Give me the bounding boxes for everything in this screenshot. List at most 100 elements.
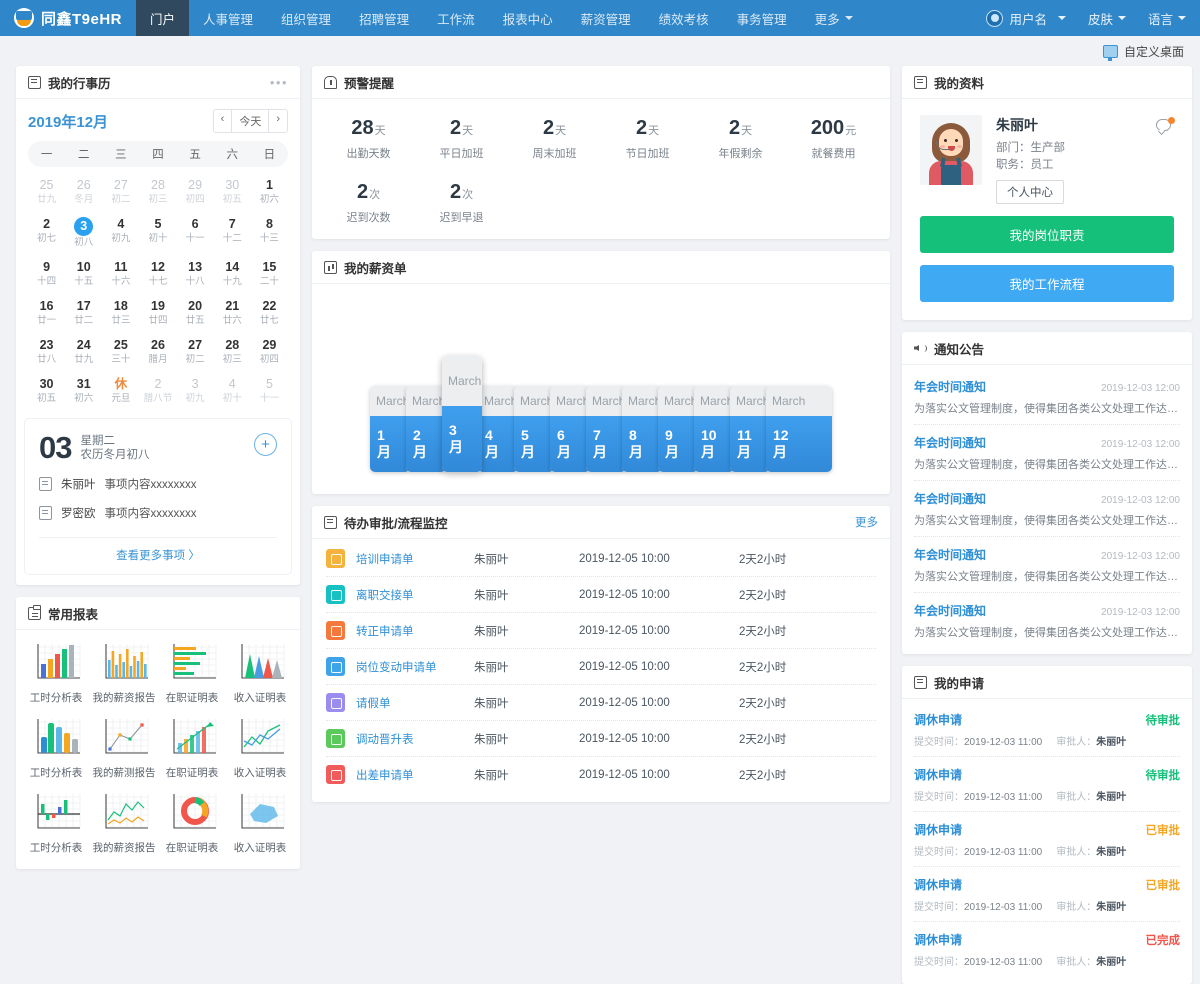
calendar-day-cell[interactable]: 26冬月 — [65, 175, 102, 209]
calendar-day-cell[interactable]: 10十五 — [65, 257, 102, 291]
calendar-day-cell[interactable]: 31初六 — [65, 374, 102, 408]
customize-desktop-button[interactable]: 自定义桌面 — [1103, 43, 1184, 60]
application-title[interactable]: 调休申请 — [914, 711, 962, 728]
approval-name[interactable]: 请假单 — [356, 695, 474, 711]
calendar-day-cell[interactable]: 3初九 — [177, 374, 214, 408]
approval-row[interactable]: 请假单朱丽叶2019-12-05 10:002天2小时 — [326, 685, 876, 721]
personal-center-button[interactable]: 个人中心 — [996, 180, 1064, 204]
approval-row[interactable]: 离职交接单朱丽叶2019-12-05 10:002天2小时 — [326, 577, 876, 613]
calendar-day-cell[interactable]: 25廿九 — [28, 175, 65, 209]
notice-item[interactable]: 年会时间通知2019-12-03 12:00为落实公文管理制度，使得集团各类公文… — [914, 369, 1180, 425]
approval-name[interactable]: 调动晋升表 — [356, 731, 474, 747]
report-item[interactable]: 收入证明表 — [226, 717, 294, 780]
application-row[interactable]: 调休申请已审批提交时间：2019-12-03 11:00审批人：朱丽叶 — [914, 867, 1180, 922]
calendar-day-cell[interactable]: 20廿五 — [177, 296, 214, 330]
calendar-day-cell[interactable]: 19廿四 — [139, 296, 176, 330]
month-card[interactable]: March2月 — [406, 386, 446, 472]
calendar-day-cell[interactable]: 5初十 — [139, 214, 176, 252]
calendar-day-cell[interactable]: 22廿七 — [251, 296, 288, 330]
calendar-prev-button[interactable]: ‹ — [214, 110, 233, 132]
notice-item[interactable]: 年会时间通知2019-12-03 12:00为落实公文管理制度，使得集团各类公文… — [914, 537, 1180, 593]
nav-item-5[interactable]: 报表中心 — [489, 0, 567, 36]
report-item[interactable]: 在职证明表 — [158, 642, 226, 705]
report-item[interactable]: 在职证明表 — [158, 717, 226, 780]
calendar-day-cell[interactable]: 27初二 — [102, 175, 139, 209]
notice-title[interactable]: 年会时间通知 — [914, 378, 986, 395]
skin-menu[interactable]: 皮肤 — [1088, 9, 1126, 28]
calendar-next-button[interactable]: › — [269, 110, 287, 132]
calendar-day-cell[interactable]: 23廿八 — [28, 335, 65, 369]
app-logo[interactable]: 同鑫T9eHR — [0, 0, 136, 36]
nav-item-8[interactable]: 事务管理 — [723, 0, 801, 36]
add-event-button[interactable]: + — [254, 433, 277, 456]
calendar-day-cell[interactable]: 29初四 — [251, 335, 288, 369]
nav-item-6[interactable]: 薪资管理 — [567, 0, 645, 36]
approval-row[interactable]: 培训申请单朱丽叶2019-12-05 10:002天2小时 — [326, 541, 876, 577]
month-card[interactable]: March11月 — [730, 386, 770, 472]
month-card[interactable]: March12月 — [766, 386, 832, 472]
approval-name[interactable]: 培训申请单 — [356, 551, 474, 567]
notice-title[interactable]: 年会时间通知 — [914, 602, 986, 619]
calendar-day-cell[interactable]: 28初三 — [139, 175, 176, 209]
day-event-item[interactable]: 罗密欧事项内容xxxxxxxx — [39, 505, 277, 521]
nav-item-3[interactable]: 招聘管理 — [345, 0, 423, 36]
approval-name[interactable]: 岗位变动申请单 — [356, 659, 474, 675]
month-card[interactable]: March8月 — [622, 386, 662, 472]
month-card[interactable]: March4月 — [478, 386, 518, 472]
month-card[interactable]: March6月 — [550, 386, 590, 472]
notice-item[interactable]: 年会时间通知2019-12-03 12:00为落实公文管理制度，使得集团各类公文… — [914, 593, 1180, 648]
calendar-options-icon[interactable]: ••• — [270, 75, 288, 90]
calendar-day-cell[interactable]: 24廿九 — [65, 335, 102, 369]
calendar-day-cell[interactable]: 17廿二 — [65, 296, 102, 330]
report-item[interactable]: 我的薪测报告 — [90, 717, 158, 780]
calendar-day-cell[interactable]: 30初五 — [214, 175, 251, 209]
approvals-more-link[interactable]: 更多 — [855, 514, 878, 530]
notice-title[interactable]: 年会时间通知 — [914, 546, 986, 563]
user-menu[interactable]: 用户名 — [986, 9, 1066, 28]
application-row[interactable]: 调休申请待审批提交时间：2019-12-03 11:00审批人：朱丽叶 — [914, 702, 1180, 757]
month-card[interactable]: March3月 — [442, 356, 482, 472]
calendar-day-cell[interactable]: 21廿六 — [214, 296, 251, 330]
calendar-day-cell[interactable]: 18廿三 — [102, 296, 139, 330]
application-row[interactable]: 调休申请已审批提交时间：2019-12-03 11:00审批人：朱丽叶 — [914, 812, 1180, 867]
calendar-day-cell[interactable]: 3初八 — [65, 214, 102, 252]
nav-item-4[interactable]: 工作流 — [423, 0, 489, 36]
notice-title[interactable]: 年会时间通知 — [914, 434, 986, 451]
month-card[interactable]: March9月 — [658, 386, 698, 472]
calendar-day-cell[interactable]: 休元旦 — [102, 374, 139, 408]
calendar-day-cell[interactable]: 9十四 — [28, 257, 65, 291]
nav-item-9[interactable]: 更多 — [801, 0, 867, 36]
calendar-day-cell[interactable]: 26腊月 — [139, 335, 176, 369]
approval-row[interactable]: 转正申请单朱丽叶2019-12-05 10:002天2小时 — [326, 613, 876, 649]
calendar-day-cell[interactable]: 13十八 — [177, 257, 214, 291]
report-item[interactable]: 在职证明表 — [158, 792, 226, 855]
calendar-day-cell[interactable]: 6十一 — [177, 214, 214, 252]
calendar-day-cell[interactable]: 8十三 — [251, 214, 288, 252]
month-card[interactable]: March10月 — [694, 386, 734, 472]
calendar-today-button[interactable]: 今天 — [232, 110, 269, 132]
application-title[interactable]: 调休申请 — [914, 876, 962, 893]
notice-title[interactable]: 年会时间通知 — [914, 490, 986, 507]
approval-row[interactable]: 出差申请单朱丽叶2019-12-05 10:002天2小时 — [326, 757, 876, 792]
calendar-day-cell[interactable]: 15二十 — [251, 257, 288, 291]
calendar-day-cell[interactable]: 28初三 — [214, 335, 251, 369]
day-event-item[interactable]: 朱丽叶事项内容xxxxxxxx — [39, 476, 277, 492]
report-item[interactable]: 我的薪资报告 — [90, 792, 158, 855]
view-more-events-link[interactable]: 查看更多事项 〉 — [116, 550, 200, 562]
approval-row[interactable]: 调动晋升表朱丽叶2019-12-05 10:002天2小时 — [326, 721, 876, 757]
calendar-day-cell[interactable]: 27初二 — [177, 335, 214, 369]
application-row[interactable]: 调休申请待审批提交时间：2019-12-03 11:00审批人：朱丽叶 — [914, 757, 1180, 812]
report-item[interactable]: 收入证明表 — [226, 792, 294, 855]
calendar-day-cell[interactable]: 5十一 — [251, 374, 288, 408]
application-row[interactable]: 调休申请已完成提交时间：2019-12-03 11:00审批人：朱丽叶 — [914, 922, 1180, 976]
calendar-day-cell[interactable]: 25三十 — [102, 335, 139, 369]
calendar-day-cell[interactable]: 4初九 — [102, 214, 139, 252]
calendar-day-cell[interactable]: 1初六 — [251, 175, 288, 209]
calendar-day-cell[interactable]: 14十九 — [214, 257, 251, 291]
report-item[interactable]: 收入证明表 — [226, 642, 294, 705]
approval-name[interactable]: 离职交接单 — [356, 587, 474, 603]
nav-item-7[interactable]: 绩效考核 — [645, 0, 723, 36]
application-title[interactable]: 调休申请 — [914, 931, 962, 948]
month-card[interactable]: March7月 — [586, 386, 626, 472]
notice-item[interactable]: 年会时间通知2019-12-03 12:00为落实公文管理制度，使得集团各类公文… — [914, 481, 1180, 537]
